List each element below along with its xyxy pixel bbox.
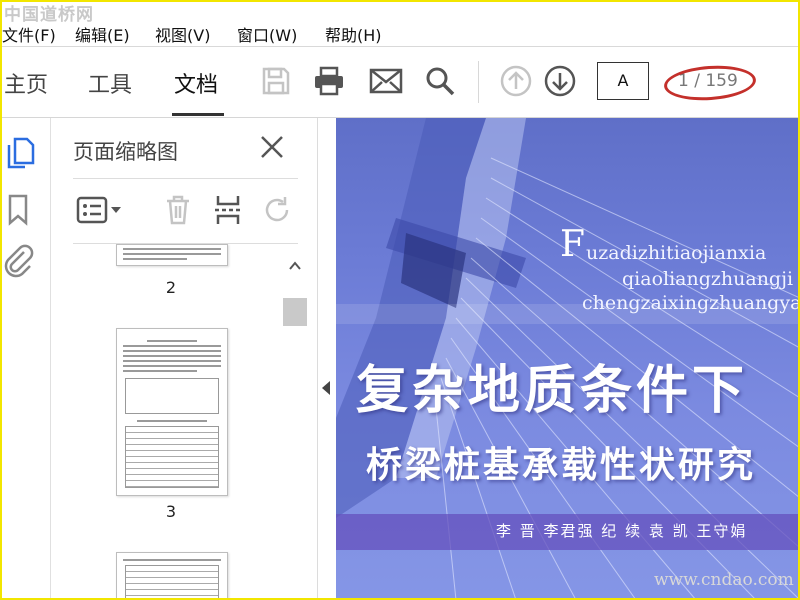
cover-title-line2: 桥梁桩基承载性状研究 bbox=[366, 445, 757, 486]
save-icon[interactable] bbox=[258, 63, 294, 99]
cover-pinyin-line1: uzadizhitiaojianxia bbox=[586, 242, 767, 264]
menu-file[interactable]: 文件(F) bbox=[2, 22, 56, 46]
page-thumbnail-2[interactable] bbox=[116, 244, 228, 266]
mail-icon[interactable] bbox=[368, 63, 404, 99]
thumbnail-options-icon[interactable] bbox=[75, 192, 125, 228]
search-icon[interactable] bbox=[422, 63, 458, 99]
chevron-up-icon[interactable] bbox=[288, 258, 302, 272]
watermark-bottom: www.cndao.com bbox=[654, 570, 794, 590]
page-thumbnails-icon[interactable] bbox=[5, 136, 35, 174]
delete-page-icon[interactable] bbox=[161, 192, 195, 228]
side-icon-strip bbox=[0, 118, 51, 600]
page-number-input[interactable]: A bbox=[597, 62, 649, 100]
cover-pinyin-line3: chengzaixingzhuangya bbox=[582, 292, 800, 314]
active-tab-indicator bbox=[172, 113, 224, 116]
extract-page-icon[interactable] bbox=[211, 192, 245, 228]
thumbnail-list: 2 3 bbox=[51, 244, 283, 600]
tab-document[interactable]: 文档 bbox=[174, 67, 218, 99]
menu-bar: 文件(F) 编辑(E) 视图(V) 窗口(W) 帮助(H) bbox=[0, 18, 800, 47]
collapse-panel-icon[interactable] bbox=[322, 381, 330, 395]
menu-help[interactable]: 帮助(H) bbox=[325, 22, 382, 46]
next-page-icon[interactable] bbox=[542, 63, 578, 99]
tab-tools[interactable]: 工具 bbox=[88, 67, 132, 99]
page-number-label: 2 bbox=[165, 278, 177, 297]
bookmark-icon[interactable] bbox=[7, 194, 29, 230]
watermark-top: 中国道桥网 bbox=[4, 5, 94, 25]
page-thumbnail-3[interactable] bbox=[116, 328, 228, 496]
page-thumbnail-4[interactable] bbox=[116, 552, 228, 600]
menu-view[interactable]: 视图(V) bbox=[155, 22, 210, 46]
page-number-label: 3 bbox=[165, 502, 177, 521]
panel-title: 页面缩略图 bbox=[73, 140, 178, 164]
toolbar-separator bbox=[478, 61, 479, 103]
menu-window[interactable]: 窗口(W) bbox=[237, 22, 297, 46]
menu-edit[interactable]: 编辑(E) bbox=[75, 22, 130, 46]
cover-authors: 李 晋 李君强 纪 续 袁 凯 王守娟 bbox=[496, 522, 748, 540]
page-thumbnails-panel: 页面缩略图 2 3 bbox=[51, 118, 317, 600]
cover-pinyin-line2: qiaoliangzhuangji bbox=[622, 268, 794, 290]
document-view[interactable]: F uzadizhitiaojianxia qiaoliangzhuangji … bbox=[336, 118, 800, 600]
panel-splitter[interactable] bbox=[317, 118, 336, 600]
prev-page-icon[interactable] bbox=[498, 63, 534, 99]
cover-title-line1: 复杂地质条件下 bbox=[356, 361, 749, 421]
tab-home[interactable]: 主页 bbox=[4, 67, 48, 99]
cover-pinyin-initial: F bbox=[560, 224, 585, 265]
attachment-icon[interactable] bbox=[4, 244, 34, 282]
author-band: 李 晋 李君强 纪 续 袁 凯 王守娟 bbox=[336, 514, 800, 550]
scrollbar-thumb[interactable] bbox=[283, 298, 307, 326]
close-icon[interactable] bbox=[257, 132, 287, 162]
rotate-page-icon[interactable] bbox=[261, 192, 295, 228]
panel-divider bbox=[73, 178, 298, 179]
thumbnail-scrollbar[interactable] bbox=[283, 252, 307, 600]
print-icon[interactable] bbox=[311, 63, 347, 99]
